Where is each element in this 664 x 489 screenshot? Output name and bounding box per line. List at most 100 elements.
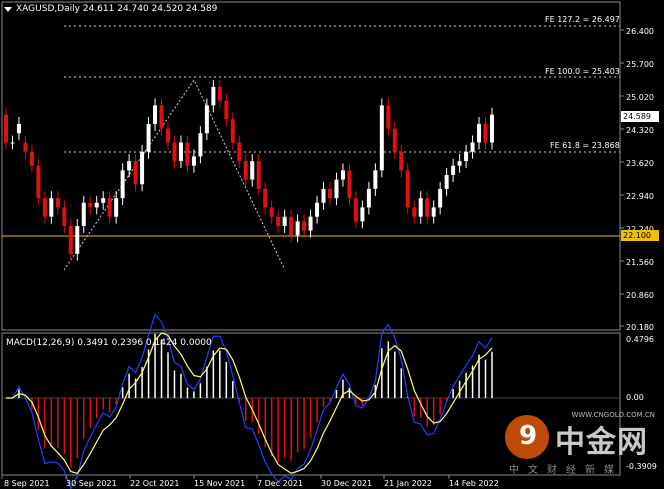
candle [94,202,99,208]
candle [366,188,371,208]
time-tick: 21 Jan 2022 [384,479,432,488]
fib-label-1272: FE 127.2 = 26.497 [545,15,620,24]
candle [334,179,339,199]
candle [133,161,138,185]
candle [328,188,332,199]
candle [178,142,183,162]
candle [308,216,313,231]
chart-menu-icon[interactable] [4,7,12,12]
candle [237,142,242,162]
watermark-slogan: 中文财经新媒 [509,465,623,476]
symbol-header: XAGUSD,Daily 24.611 24.740 24.520 24.589 [16,4,218,14]
candle [347,170,352,199]
candle [379,105,384,171]
candle [490,114,494,143]
candle [464,151,469,162]
candle [107,198,112,217]
candle [373,170,378,189]
candle [172,142,177,162]
candle [75,225,80,254]
macd-tick-zero: 0.00 [626,393,644,402]
macd-header: MACD(12,26,9) 0.3491 0.2396 0.1424 0.000… [6,338,212,348]
support-price-tag: 22.100 [621,230,659,241]
candle [412,207,417,217]
candle [204,105,209,134]
candle [23,142,28,152]
candle [230,119,235,143]
candle [276,216,281,226]
candle [444,174,449,189]
candle [62,207,67,226]
candle [263,188,268,208]
candle [483,123,488,143]
candle [101,198,106,203]
price-tick: 22.940 [626,192,654,201]
macd-tick-top: 0.4796 [626,335,654,344]
candle [477,123,482,143]
candle [140,151,145,185]
candle [127,161,132,171]
time-tick: 7 Dec 2021 [257,479,304,488]
candle [289,216,294,236]
candle [120,170,125,199]
candle [425,198,430,217]
candle [88,202,93,208]
time-tick: 14 Feb 2022 [449,479,499,488]
candle [392,128,397,152]
candle [159,105,164,129]
candle [198,133,203,157]
candle [405,170,410,208]
fib-label-100: FE 100.0 = 25.403 [545,67,620,76]
fib-label-618: FE 61.8 = 23.868 [550,141,620,150]
time-tick: 8 Sep 2021 [4,479,50,488]
price-tick: 21.560 [626,258,654,267]
candle [211,86,216,106]
candle [68,225,73,254]
candle [438,188,443,208]
logo-glyph: 9 [519,421,538,451]
candle [146,123,151,152]
candle [217,86,222,101]
candle [55,198,60,208]
price-tick: 25.700 [626,60,654,69]
main-pane-frame [1,1,621,331]
price-tick: 26.400 [626,27,654,36]
candle [243,161,248,180]
candle [295,221,300,236]
candle [360,207,365,222]
time-tick: 22 Oct 2021 [130,479,180,488]
candle [321,188,326,203]
candle [114,198,119,217]
candle [282,216,287,226]
time-tick: 15 Nov 2021 [194,479,246,488]
candle [36,165,41,199]
candle [340,170,345,180]
candle [256,161,261,189]
candle [250,161,255,180]
candle [153,105,158,124]
watermark: WWW.CNGOLD.COM.CN 9 中金网 中文财经新媒 [505,411,655,476]
watermark-brand: 中金网 [555,425,648,460]
candle [49,198,54,217]
candle [81,202,86,226]
candle [4,114,8,143]
candle [451,165,456,175]
time-tick: 30 Sep 2021 [66,479,117,488]
candle [470,142,475,152]
candles-group [4,79,494,261]
candle [166,128,170,143]
price-tick: 20.180 [626,323,654,332]
candle [302,221,307,231]
candle [386,105,391,129]
candle [191,156,196,166]
candle [431,207,436,217]
price-tick: 25.020 [626,93,654,102]
candle [224,100,229,120]
candle [457,161,462,166]
candle [10,142,15,144]
candle [315,202,320,217]
candle [16,123,21,134]
candle [29,151,34,166]
macd-signal-line [6,332,493,475]
time-tick: 30 Dec 2021 [321,479,373,488]
